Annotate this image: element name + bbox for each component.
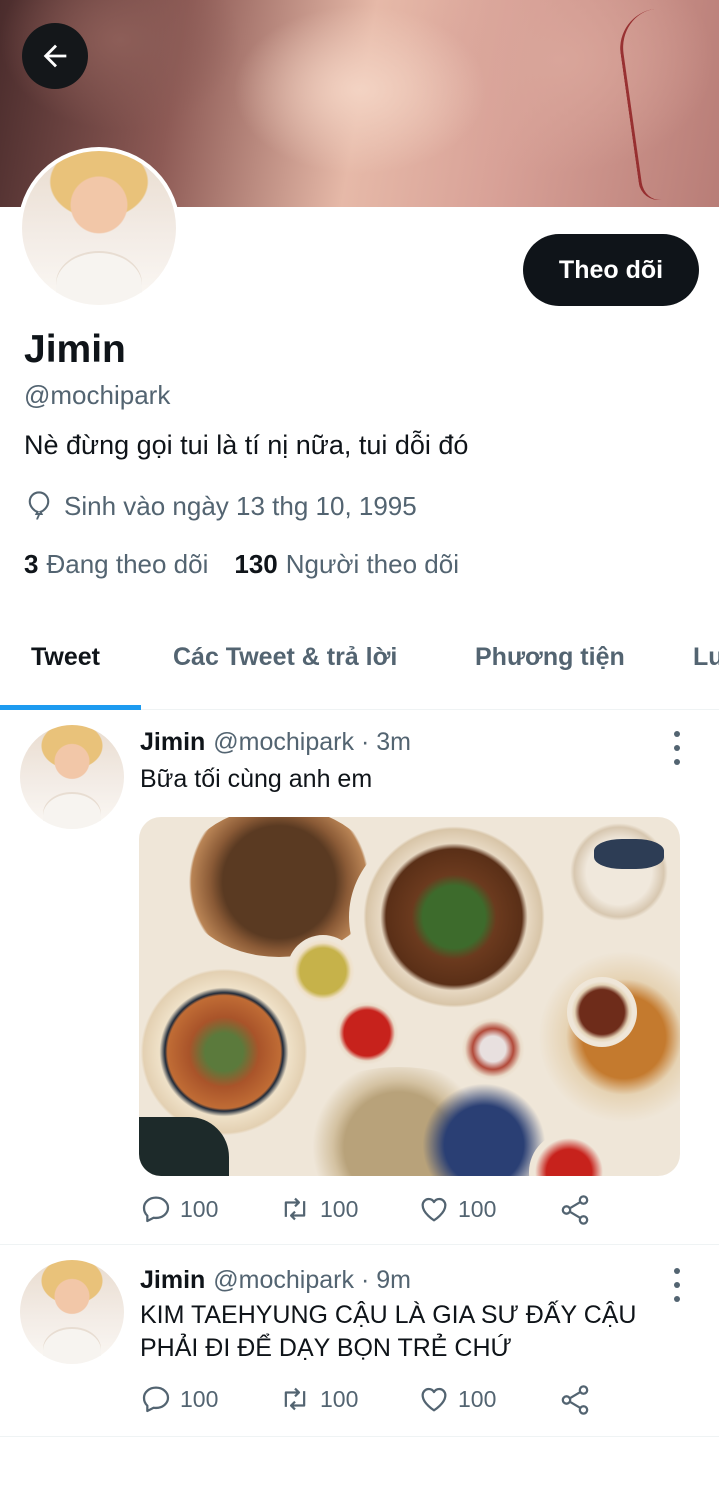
retweet-count: 100: [320, 1195, 359, 1222]
heart-icon: [421, 1197, 447, 1222]
tweet-text: KIM TAEHYUNG CẬU LÀ GIA SƯ ĐẤY CẬU PHẢI …: [140, 1301, 637, 1362]
tweet-author-handle: @mochipark: [213, 728, 354, 756]
retweet-icon: [284, 1387, 306, 1411]
share-button[interactable]: [558, 1383, 592, 1417]
followers-stat[interactable]: 130 Người theo dõi: [234, 549, 459, 580]
profile-bio: Nè đừng gọi tui là tí nị nữa, tui dỗi đó: [24, 430, 469, 460]
retweet-icon: [284, 1197, 306, 1221]
reply-button[interactable]: 100: [140, 1193, 218, 1225]
arrow-left-icon: [43, 44, 67, 68]
share-icon: [561, 1385, 589, 1415]
retweet-button[interactable]: 100: [278, 1383, 358, 1415]
tweet-image[interactable]: [139, 817, 680, 1176]
tab-tweets[interactable]: Tweet: [31, 643, 100, 672]
tweet-header: Jimin @mochipark · 3m: [140, 728, 411, 757]
following-label: Đang theo dõi: [46, 549, 209, 579]
profile-handle: @mochipark: [24, 380, 171, 410]
more-options-icon[interactable]: [664, 1268, 690, 1302]
birth-date-text: Sinh vào ngày 13 thg 10, 1995: [64, 490, 417, 521]
tweet-actions: 100 100 100: [140, 1383, 610, 1423]
tweet-text: Bữa tối cùng anh em: [140, 765, 373, 793]
banner-decoration: [615, 7, 691, 203]
tab-likes[interactable]: Lư: [693, 643, 719, 672]
tweet-time: · 3m: [360, 728, 411, 756]
tweet-author-handle: @mochipark: [213, 1266, 354, 1294]
like-count: 100: [458, 1195, 497, 1222]
profile-avatar[interactable]: [18, 147, 180, 309]
retweet-button[interactable]: 100: [278, 1193, 358, 1225]
share-button[interactable]: [558, 1193, 592, 1227]
tweet[interactable]: Jimin @mochipark · 9m KIM TAEHYUNG CẬU LÀ…: [0, 1246, 719, 1437]
tweet-author-name[interactable]: Jimin: [140, 1266, 205, 1294]
tweet-header: Jimin @mochipark · 9m: [140, 1266, 411, 1295]
active-tab-indicator: [0, 705, 141, 710]
following-count: 3: [24, 549, 39, 579]
reply-button[interactable]: 100: [140, 1383, 218, 1415]
birth-date: Sinh vào ngày 13 thg 10, 1995: [24, 490, 417, 522]
tweet-actions: 100 100 100: [140, 1193, 610, 1233]
follow-stats: 3 Đang theo dõi 130 Người theo dõi: [24, 549, 459, 580]
like-button[interactable]: 100: [418, 1193, 496, 1225]
followers-count: 130: [234, 549, 278, 579]
tweet-avatar[interactable]: [20, 1260, 124, 1364]
like-button[interactable]: 100: [418, 1383, 496, 1415]
reply-count: 100: [180, 1195, 219, 1222]
tweet-time: · 9m: [360, 1266, 411, 1294]
tweet-avatar[interactable]: [20, 725, 124, 829]
profile-name: Jimin: [24, 328, 126, 371]
back-button[interactable]: [22, 23, 88, 89]
share-icon: [561, 1195, 589, 1225]
tab-tweets-replies[interactable]: Các Tweet & trả lời: [173, 643, 397, 672]
tweet[interactable]: Jimin @mochipark · 3m Bữa tối cùng anh em…: [0, 711, 719, 1245]
followers-label: Người theo dõi: [285, 549, 459, 579]
tab-media[interactable]: Phương tiện: [475, 643, 625, 672]
reply-count: 100: [180, 1385, 219, 1412]
tweet-author-name[interactable]: Jimin: [140, 728, 205, 756]
following-stat[interactable]: 3 Đang theo dõi: [24, 549, 208, 580]
more-options-icon[interactable]: [664, 731, 690, 765]
balloon-icon: [28, 491, 50, 520]
reply-icon: [142, 1386, 170, 1413]
reply-icon: [142, 1196, 170, 1223]
profile-tabs: Tweet Các Tweet & trả lời Phương tiện Lư: [0, 620, 719, 710]
follow-button[interactable]: Theo dõi: [523, 234, 699, 306]
like-count: 100: [458, 1385, 497, 1412]
retweet-count: 100: [320, 1385, 359, 1412]
heart-icon: [421, 1387, 447, 1412]
